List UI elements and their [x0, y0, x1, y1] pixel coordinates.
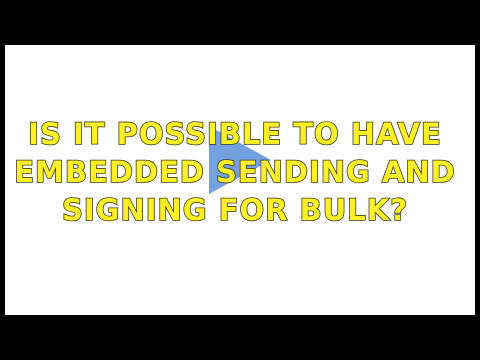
video-thumbnail[interactable]: Is it possible to have embedded sending … [0, 0, 480, 360]
video-title: Is it possible to have embedded sending … [13, 116, 456, 228]
